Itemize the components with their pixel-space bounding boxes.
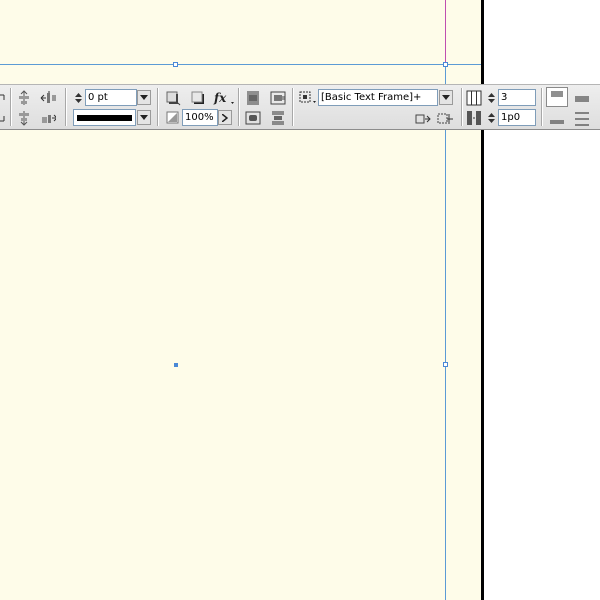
stroke-type-dropdown[interactable] <box>137 110 151 125</box>
gutter-stepper[interactable] <box>486 110 497 125</box>
opacity-flyout[interactable] <box>218 110 232 125</box>
chevron-right-icon <box>222 113 228 122</box>
separator <box>292 88 293 126</box>
object-style-dropdown[interactable] <box>439 90 453 105</box>
distribute-top-icon[interactable] <box>16 90 32 106</box>
distribute-bottom-icon[interactable] <box>16 110 32 126</box>
chevron-down-icon <box>442 94 450 100</box>
svg-text:fx: fx <box>213 91 227 105</box>
opacity-icon[interactable] <box>165 110 181 126</box>
wrap-jump-icon[interactable] <box>270 110 286 126</box>
columns-icon[interactable] <box>466 90 482 106</box>
separator <box>541 88 542 126</box>
columns-input[interactable]: 3 <box>498 89 536 106</box>
fit-content-icon[interactable] <box>415 111 431 127</box>
align-bottom-icon[interactable] <box>548 111 566 127</box>
drop-shadow-icon[interactable] <box>165 90 181 106</box>
wrap-bbox-icon[interactable] <box>270 90 286 106</box>
align-left-partial-icon[interactable] <box>0 91 10 107</box>
frame-fitting-icon[interactable] <box>298 90 318 106</box>
stroke-weight-input[interactable]: 0 pt <box>85 89 137 106</box>
frame-handle-top-center[interactable] <box>173 62 178 67</box>
align-left-partial-icon-2[interactable] <box>0 110 10 126</box>
object-style-select[interactable]: [Basic Text Frame]+ <box>318 89 438 106</box>
fit-frame-icon[interactable] <box>437 111 453 127</box>
distribute-vertical-icon[interactable] <box>40 110 56 126</box>
text-frame-top-edge[interactable] <box>0 64 481 65</box>
stroke-type-preview <box>77 115 132 121</box>
fx-icon[interactable]: fx <box>213 90 235 106</box>
frame-handle-top-right[interactable] <box>443 62 448 67</box>
gutter-icon[interactable] <box>466 110 482 126</box>
stroke-weight-dropdown[interactable] <box>137 90 151 105</box>
align-top-icon <box>551 91 563 97</box>
separator <box>157 88 158 126</box>
frame-handle-middle-right[interactable] <box>443 362 448 367</box>
wrap-shape-icon[interactable] <box>245 110 261 126</box>
opacity-input[interactable]: 100% <box>182 109 218 126</box>
chevron-down-icon <box>140 94 148 100</box>
distribute-horizontal-icon[interactable] <box>40 90 56 106</box>
align-center-icon[interactable] <box>573 91 591 107</box>
frame-center-point[interactable] <box>174 363 178 367</box>
columns-stepper[interactable] <box>486 90 497 105</box>
wrap-none-icon[interactable] <box>245 90 261 106</box>
separator <box>461 88 462 126</box>
shadow-icon[interactable] <box>190 90 206 106</box>
stroke-weight-stepper[interactable] <box>73 90 84 105</box>
separator <box>65 88 66 126</box>
text-frame-right-edge[interactable] <box>445 64 446 600</box>
justify-vertical-icon[interactable] <box>573 111 591 127</box>
align-top-button[interactable] <box>546 87 568 107</box>
chevron-down-icon <box>140 114 148 120</box>
control-panel: 0 pt fx 100% [Basic Text Frame]+ 3 1p0 <box>0 84 600 130</box>
separator <box>10 88 11 126</box>
separator <box>238 88 239 126</box>
gutter-input[interactable]: 1p0 <box>498 109 536 126</box>
stroke-type-selector[interactable] <box>73 109 136 126</box>
